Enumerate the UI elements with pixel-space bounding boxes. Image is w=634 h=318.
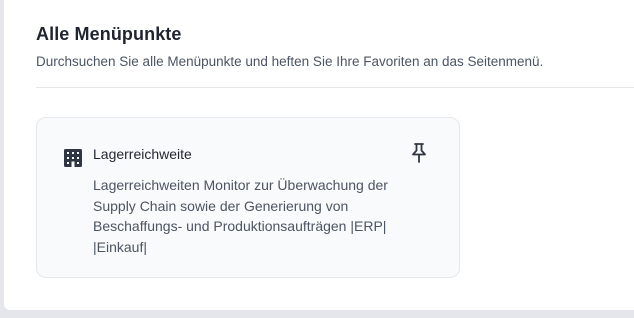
menu-card-lagerreichweite[interactable]: Lagerreichweite Lagerreichweiten Monitor… xyxy=(36,117,460,278)
pin-icon xyxy=(409,142,429,169)
building-icon xyxy=(64,149,82,167)
pin-button[interactable] xyxy=(406,142,432,168)
menu-overview-panel: Alle Menüpunkte Durchsuchen Sie alle Men… xyxy=(4,0,634,310)
divider xyxy=(36,87,634,88)
page-title: Alle Menüpunkte xyxy=(36,24,182,44)
page-subtitle: Durchsuchen Sie alle Menüpunkte und heft… xyxy=(36,54,544,69)
card-title: Lagerreichweite xyxy=(93,146,192,162)
card-description: Lagerreichweiten Monitor zur Überwachung… xyxy=(93,177,388,255)
